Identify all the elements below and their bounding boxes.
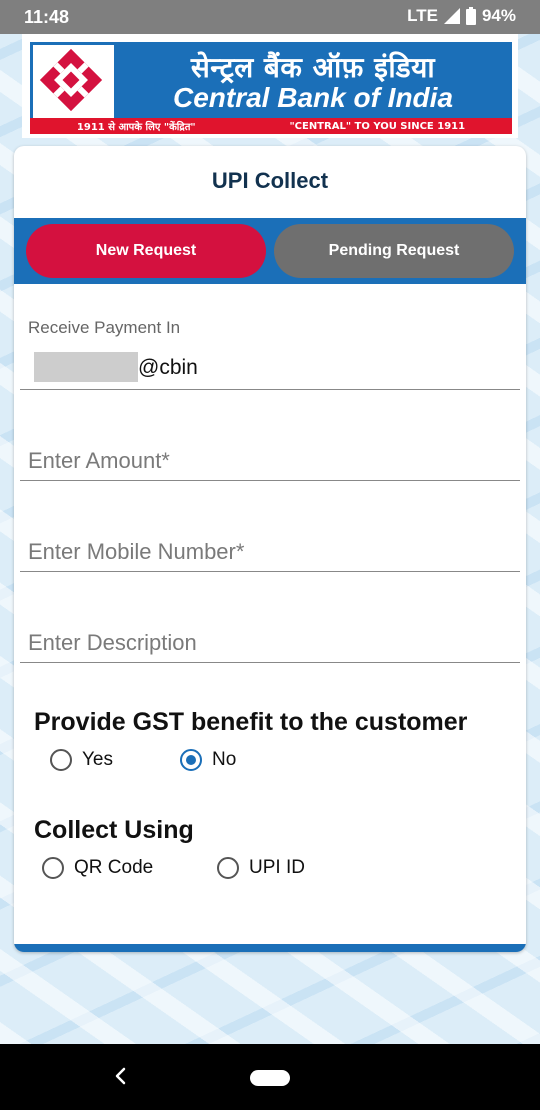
collect-upi-label: UPI ID: [249, 857, 305, 878]
gst-yes-label: Yes: [82, 749, 113, 770]
collect-qr-radio[interactable]: QR Code: [42, 857, 153, 879]
bank-name-hindi: सेन्ट्रल बैंक ऑफ़ इंडिया: [190, 51, 436, 84]
upi-collect-card: UPI Collect New Request Pending Request …: [14, 146, 526, 952]
tab-strip: New Request Pending Request: [14, 218, 526, 284]
amount-input[interactable]: Enter Amount*: [28, 448, 170, 474]
network-label: LTE: [407, 6, 438, 25]
radio-unchecked-icon: [42, 857, 64, 879]
page-title: UPI Collect: [211, 168, 329, 193]
tab-new-request[interactable]: New Request: [26, 224, 266, 278]
mobile-underline: [20, 571, 520, 572]
battery-level: 94%: [481, 6, 516, 25]
back-icon[interactable]: [110, 1064, 132, 1088]
radio-unchecked-icon: [217, 857, 239, 879]
bank-header: सेन्ट्रल बैंक ऑफ़ इंडिया Central Bank of…: [22, 34, 518, 138]
description-underline: [20, 662, 520, 663]
gst-yes-radio[interactable]: Yes: [50, 749, 113, 771]
status-bar: 11:48 LTE 94%: [0, 0, 540, 34]
status-icons: LTE 94%: [407, 6, 516, 26]
bank-tagline: 1911 से आपके लिए "केंद्रित" "CENTRAL" TO…: [30, 118, 512, 134]
tagline-hindi: 1911 से आपके लिए "केंद्रित": [76, 122, 196, 133]
masked-upi-handle: [34, 352, 138, 382]
collect-using-title: Collect Using: [34, 816, 194, 844]
card-bottom-accent: [14, 944, 526, 952]
mobile-input[interactable]: Enter Mobile Number*: [28, 539, 244, 565]
collect-qr-label: QR Code: [74, 857, 154, 878]
amount-underline: [20, 480, 520, 481]
signal-icon: [443, 8, 460, 24]
tab-pending-request[interactable]: Pending Request: [274, 224, 514, 278]
upi-suffix: @cbin: [138, 356, 198, 379]
receive-payment-label: Receive Payment In: [28, 318, 181, 337]
tagline-english: "CENTRAL" TO YOU SINCE 1911: [289, 120, 466, 132]
gst-no-label: No: [212, 749, 237, 770]
status-time: 11:48: [24, 7, 70, 27]
battery-icon: [465, 7, 476, 25]
system-nav-bar: [0, 1044, 540, 1110]
receive-underline: [20, 389, 520, 390]
radio-unchecked-icon: [50, 749, 72, 771]
home-pill-icon[interactable]: [250, 1070, 290, 1086]
description-input[interactable]: Enter Description: [28, 630, 197, 656]
gst-no-radio[interactable]: No: [180, 749, 236, 771]
bank-logo: [30, 42, 118, 124]
radio-checked-icon: [180, 749, 202, 771]
collect-upi-radio[interactable]: UPI ID: [217, 857, 305, 879]
bank-name-banner: सेन्ट्रल बैंक ऑफ़ इंडिया Central Bank of…: [114, 42, 512, 118]
gst-title: Provide GST benefit to the customer: [34, 708, 468, 736]
bank-logo-icon: [39, 48, 103, 112]
bank-name-english: Central Bank of India: [172, 82, 454, 113]
